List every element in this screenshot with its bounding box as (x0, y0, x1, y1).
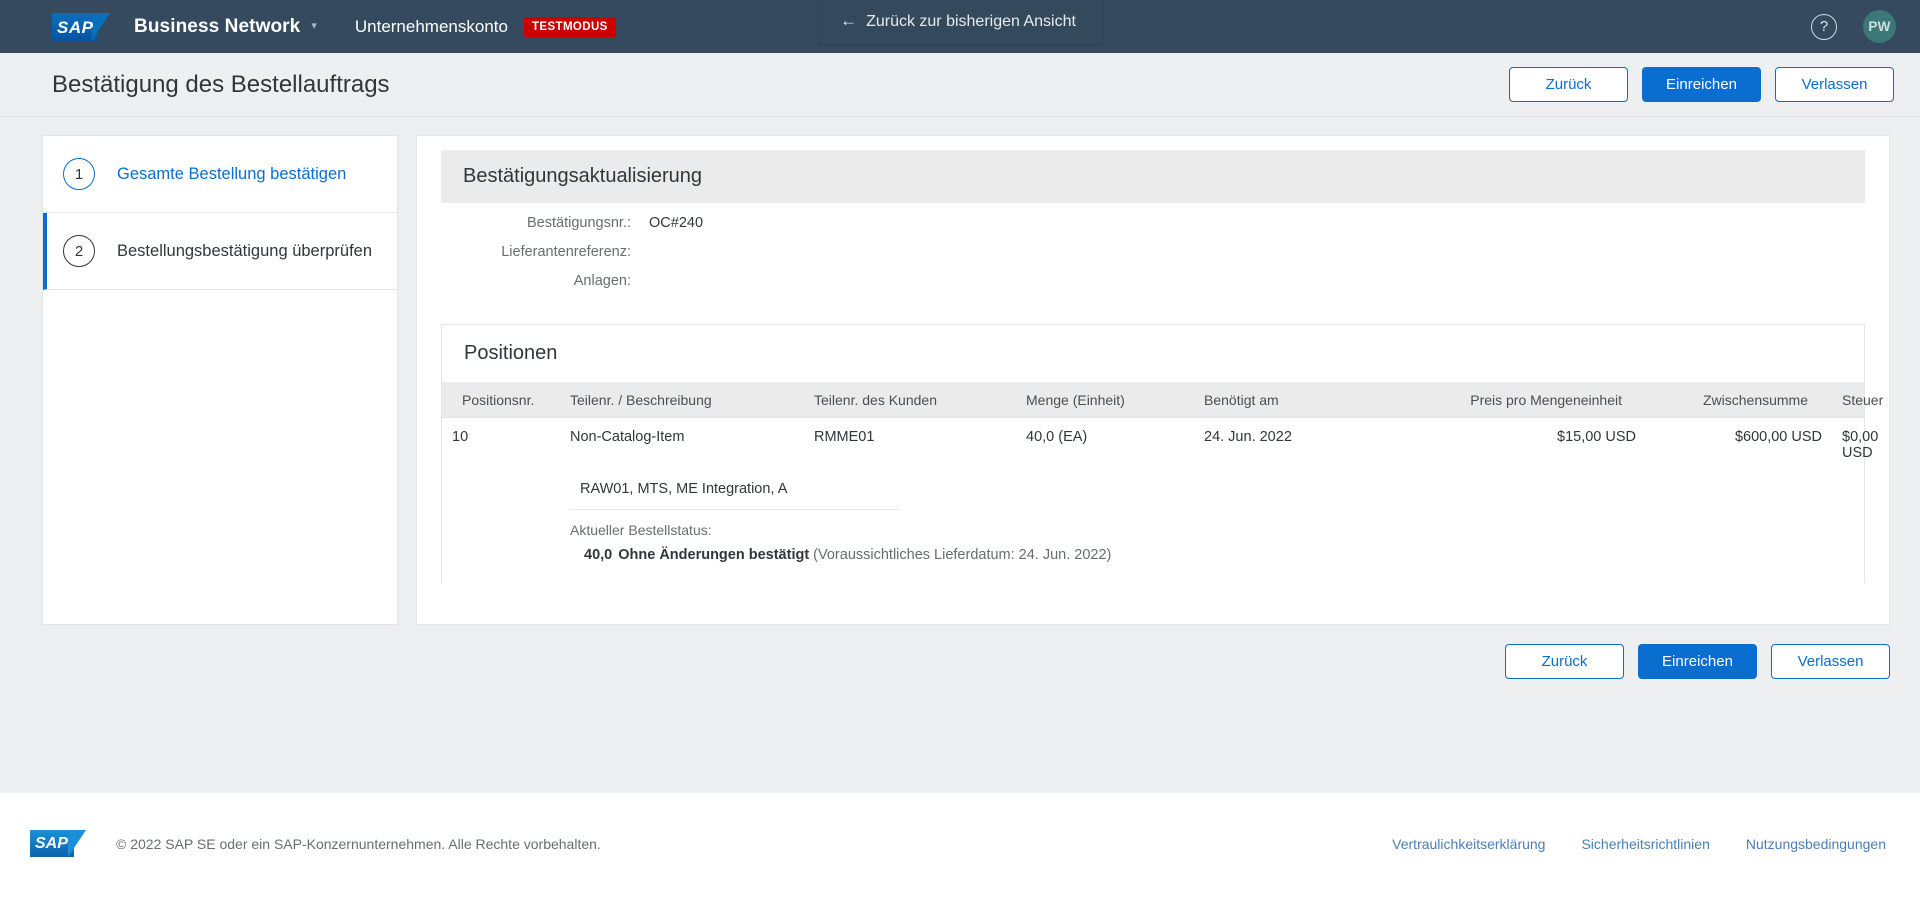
bottom-action-buttons: Zurück Einreichen Verlassen (0, 626, 1920, 705)
page-body: 1 Gesamte Bestellung bestätigen 2 Bestel… (0, 117, 1920, 626)
confirmation-update-title: Bestätigungsaktualisierung (463, 165, 703, 187)
column-header-needed-on: Benötigt am (1194, 383, 1404, 418)
step-2-label: Bestellungsbestätigung überprüfen (117, 241, 373, 260)
page-footer: SAP © 2022 SAP SE oder ein SAP-Konzernun… (0, 793, 1920, 893)
cell-description: RAW01, MTS, ME Integration, A (570, 461, 900, 510)
arrow-left-icon: ← (840, 11, 858, 30)
exit-button-bottom[interactable]: Verlassen (1771, 644, 1890, 679)
brand-name: Business Network (134, 15, 301, 37)
sap-logo-wedge (92, 12, 110, 41)
step-sidebar: 1 Gesamte Bestellung bestätigen 2 Bestel… (42, 135, 398, 625)
main-content-panel: Bestätigungsaktualisierung Bestätigungsn… (416, 135, 1890, 625)
cell-unit-price: $15,00 USD (1557, 429, 1636, 445)
submit-button-top[interactable]: Einreichen (1642, 67, 1761, 102)
column-header-part-description: Teilenr. / Beschreibung (560, 383, 804, 418)
cell-needed-on: 24. Jun. 2022 (1204, 429, 1292, 445)
top-header-bar: SAP Business Network ▾ Unternehmenskonto… (0, 0, 1920, 53)
header-right-controls: ? PW (1811, 10, 1896, 43)
footer-links: Vertraulichkeitserklärung Sicherheitsric… (1392, 836, 1886, 852)
submit-button-bottom[interactable]: Einreichen (1638, 644, 1757, 679)
step-2-number: 2 (63, 235, 95, 267)
account-name: Unternehmenskonto (354, 16, 508, 36)
line-items-table: Positionsnr. Teilenr. / Beschreibung Tei… (442, 383, 1883, 583)
table-row-status: Aktueller Bestellstatus: 40,0 Ohne Änderu… (442, 510, 1864, 583)
footer-logo-wedge (68, 830, 86, 857)
footer-sap-logo: SAP (30, 830, 86, 857)
field-row-attachments: Anlagen: (441, 273, 1865, 302)
confirmation-number-value: OC#240 (649, 215, 704, 231)
order-status-state: Ohne Änderungen bestätigt (618, 547, 810, 563)
confirmation-number-label: Bestätigungsnr.: (527, 215, 631, 231)
step-1-number: 1 (63, 158, 95, 190)
sap-logo: SAP (52, 12, 110, 41)
page-title-bar: Bestätigung des Bestellauftrags Zurück E… (0, 53, 1920, 117)
line-items-title: Positionen (442, 325, 1864, 383)
order-status-quantity: 40,0 (584, 547, 613, 563)
footer-link-security[interactable]: Sicherheitsrichtlinien (1581, 836, 1709, 852)
column-header-customer-part: Teilenr. des Kunden (804, 383, 1016, 418)
order-status-label: Aktueller Bestellstatus: (570, 522, 712, 538)
cell-customer-part: RMME01 (814, 429, 875, 445)
confirmation-fields: Bestätigungsnr.: OC#240 Lieferantenrefer… (417, 203, 1889, 302)
table-header-row: Positionsnr. Teilenr. / Beschreibung Tei… (442, 383, 1883, 418)
table-row-description: RAW01, MTS, ME Integration, A (442, 461, 1864, 510)
back-to-classic-view-button[interactable]: ← Zurück zur bisherigen Ansicht (818, 0, 1102, 44)
column-header-subtotal: Zwischensumme (1646, 383, 1832, 418)
attachments-label: Anlagen: (573, 273, 631, 289)
field-row-confirmation-number: Bestätigungsnr.: OC#240 (441, 215, 1865, 244)
avatar[interactable]: PW (1863, 10, 1896, 43)
page-title: Bestätigung des Bestellauftrags (52, 70, 390, 98)
chevron-down-icon[interactable]: ▾ (311, 21, 317, 32)
table-row: 10 Non-Catalog-Item RMME01 40,0 (EA) 24.… (442, 418, 1879, 461)
page-spacer (0, 705, 1920, 793)
order-status-block: Aktueller Bestellstatus: 40,0 Ohne Änderu… (560, 510, 1864, 583)
cell-quantity: 40,0 (EA) (1026, 429, 1088, 445)
cell-part: Non-Catalog-Item (570, 429, 685, 445)
exit-button-top[interactable]: Verlassen (1775, 67, 1894, 102)
back-pill-label: Zurück zur bisherigen Ansicht (866, 13, 1076, 30)
field-row-supplier-reference: Lieferantenreferenz: (441, 244, 1865, 273)
step-1-label: Gesamte Bestellung bestätigen (117, 164, 347, 183)
sap-logo-text: SAP (57, 17, 94, 37)
top-action-buttons: Zurück Einreichen Verlassen (1509, 67, 1894, 102)
order-status-note: (Voraussichtliches Lieferdatum: 24. Jun.… (813, 547, 1112, 563)
sidebar-step-1[interactable]: 1 Gesamte Bestellung bestätigen (43, 136, 397, 213)
line-items-block: Positionen Positionsnr. Teilenr. / Besch… (441, 324, 1883, 583)
supplier-reference-label: Lieferantenreferenz: (501, 244, 631, 260)
back-button-top[interactable]: Zurück (1509, 67, 1628, 102)
column-header-tax: Steuer (1832, 383, 1883, 418)
column-header-position: Positionsnr. (442, 383, 560, 418)
confirmation-update-section-header: Bestätigungsaktualisierung (441, 150, 1865, 203)
cell-tax: $0,00 USD (1842, 429, 1879, 461)
sidebar-step-2[interactable]: 2 Bestellungsbestätigung überprüfen (43, 213, 397, 290)
cell-subtotal: $600,00 USD (1734, 429, 1822, 445)
column-header-quantity: Menge (Einheit) (1016, 383, 1194, 418)
back-button-bottom[interactable]: Zurück (1505, 644, 1624, 679)
help-icon[interactable]: ? (1811, 13, 1837, 40)
copyright-text: © 2022 SAP SE oder ein SAP-Konzernuntern… (116, 835, 601, 852)
footer-link-terms[interactable]: Nutzungsbedingungen (1746, 836, 1886, 852)
test-mode-badge: TESTMODUS (523, 16, 616, 37)
footer-logo-text: SAP (35, 835, 68, 852)
cell-position: 10 (452, 429, 469, 445)
footer-link-privacy[interactable]: Vertraulichkeitserklärung (1392, 836, 1545, 852)
column-header-unit-price: Preis pro Mengeneinheit (1404, 383, 1646, 418)
order-status-line: 40,0 Ohne Änderungen bestätigt (Voraussich… (570, 547, 1854, 563)
